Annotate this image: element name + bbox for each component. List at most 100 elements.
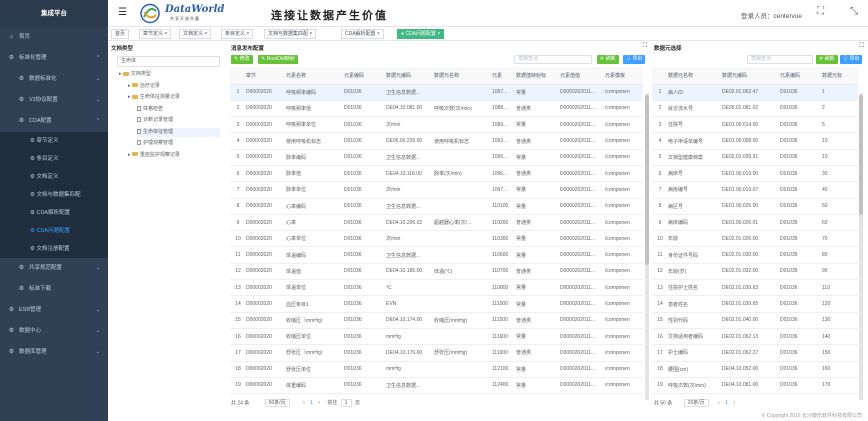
tab-item[interactable]: ● CDA问题配置 ×: [397, 29, 445, 39]
sidebar-item[interactable]: ⚙ ESB管理 ⌄: [0, 300, 108, 321]
table-row[interactable]: 15 D00002020 收缩压（mmHg） D01036 DE04.10.174.00…: [230, 312, 643, 329]
column-header[interactable]: [230, 67, 244, 85]
sidebar-item[interactable]: ⚙ 数据中心 ⌄: [0, 321, 108, 342]
table-row[interactable]: 6 病床号 DE01.00.019.00 D01036 30: [652, 165, 858, 183]
sidebar-item[interactable]: ⚙ 标准化管理 ⌃: [0, 48, 108, 69]
tab-item[interactable]: CDA解析配置 ×: [341, 29, 384, 39]
table-row[interactable]: 11 D00002020 体温编码 D01036 卫生信息数据... 110600 常量 D0…: [230, 246, 643, 264]
mid-filter-input[interactable]: 模糊查询: [514, 55, 592, 64]
column-header[interactable]: 元素: [490, 67, 514, 85]
table-row[interactable]: 17 护士编码 DE02.01.062.27 D01036 150: [652, 344, 858, 362]
table-row[interactable]: 3 D00002020 呼吸频率单位 D01036 次/min 1089... 常量 D000…: [230, 116, 643, 134]
column-header[interactable]: [652, 67, 666, 85]
table-row[interactable]: 18 D00002020 舒张压单位 D01036 mmHg 112100 常量 D00002…: [230, 361, 643, 378]
tree-node[interactable]: ▸ 治疗记录: [128, 82, 160, 91]
mid-page-current[interactable]: 1: [310, 400, 313, 406]
table-row[interactable]: 13 住院护士姓名 DE02.01.039.63 D01036 110: [652, 279, 858, 297]
table-row[interactable]: 15 性别代码 DE02.01.040.00 D01036 130: [652, 312, 858, 329]
sidebar-item[interactable]: ⚙ V3协议配置 ⌄: [0, 90, 108, 111]
mid-prev-icon[interactable]: ‹: [303, 400, 305, 406]
table-row[interactable]: 7 病房编号 DE01.00.019.07 D01036 40: [652, 181, 858, 199]
table-row[interactable]: 2 就诊流水号 DE05.01.081.02 D01036 2: [652, 100, 858, 118]
sidebar-item[interactable]: ⚙ 标准下载: [0, 279, 108, 300]
table-row[interactable]: 4 D00002020 使用呼吸机标志 D01036 DE06.00.239.00 使用呼…: [230, 132, 643, 150]
table-row[interactable]: 8 病区号 DE01.00.026.00 D01036 50: [652, 198, 858, 215]
column-header[interactable]: 数据值映射标: [514, 67, 558, 85]
sidebar-subitem[interactable]: ⚙ CDA解析配置: [0, 204, 108, 222]
sidebar-subitem[interactable]: ⚙ CDA问题配置: [0, 222, 108, 240]
column-header[interactable]: 元素值值: [558, 67, 603, 85]
mid-export-button[interactable]: ⇩ 导出: [623, 55, 646, 64]
right-expand-icon[interactable]: ⛶: [860, 43, 864, 50]
table-row[interactable]: 9 病床编码 DE01.00.026.01 D01036 60: [652, 214, 858, 232]
right-page-current[interactable]: 1: [725, 400, 728, 406]
column-header[interactable]: 数据元编码: [720, 67, 778, 85]
table-row[interactable]: 17 D00002020 舒张压（mmHg） D01036 DE04.10.176.00…: [230, 344, 643, 362]
mid-goto-input[interactable]: 1: [340, 399, 352, 407]
right-page-size[interactable]: 20条/页: [683, 399, 709, 407]
table-row[interactable]: 16 D00002020 收缩压单位 D01036 mmHg 111600 常量 D00002…: [230, 328, 643, 346]
sidebar-subitem[interactable]: ⚙ 条目定义: [0, 150, 108, 168]
tab-item[interactable]: 首页: [111, 29, 130, 39]
table-row[interactable]: 16 文档适用者编码 DE02.01.062.13 D01036 140: [652, 328, 858, 346]
column-header[interactable]: 数据元编码: [384, 67, 432, 85]
table-row[interactable]: 19 D00002020 体重编码 D01036 卫生信息数据... 112400 常量 D0…: [230, 377, 643, 395]
tree-node[interactable]: 护理观察管理: [137, 139, 173, 148]
tab-item[interactable]: 文档与数据集匹配 ×: [264, 29, 317, 39]
table-row[interactable]: 13 D00002020 体温单位 D01036 ℃ 110800 常量 D000020201…: [230, 279, 643, 297]
column-header[interactable]: 元素模板: [603, 67, 643, 85]
table-row[interactable]: 18 腰围(cm) DE04.10.052.00 D01036 160: [652, 361, 858, 378]
sidebar-subitem[interactable]: ⚙ 文档注册配置: [0, 240, 108, 258]
tree-node[interactable]: 诊断记录管理: [137, 116, 173, 125]
expand-icon[interactable]: ⛶: [643, 43, 647, 50]
table-row[interactable]: 9 D00002020 心率 D01036 DE04.10.206.02 超越器心率(次/…: [230, 214, 643, 232]
tree-node[interactable]: ▸ 生命体征测量记录: [128, 93, 180, 102]
table-row[interactable]: 4 电子申请单编号 DE01.00.008.00 D01036 10: [652, 132, 858, 150]
edit-button[interactable]: ✎ 修改: [231, 55, 253, 64]
collapse-icon[interactable]: ⤡: [850, 7, 858, 17]
table-row[interactable]: 10 D00002020 心率单位 D01036 次/min 110300 常量 D00002…: [230, 230, 643, 248]
right-scrollbar[interactable]: [859, 93, 863, 400]
table-row[interactable]: 1 D00002020 呼吸频率编码 D01036 卫生信息数据... 1087... 常量…: [230, 84, 643, 101]
mid-refresh-button[interactable]: ⟳ 刷新: [597, 55, 619, 64]
sidebar-subitem[interactable]: ⚙ 文档与数据集匹配: [0, 186, 108, 204]
sidebar-item[interactable]: ⚙ 数据库管理 ⌄: [0, 342, 108, 363]
tree-node[interactable]: ▸ 重症监护观察记录: [128, 151, 180, 160]
sidebar-item[interactable]: ⚙ 数据标准化 ⌄: [0, 69, 108, 90]
column-header[interactable]: 数据元名称: [432, 67, 490, 85]
tree-node[interactable]: 体格检查: [137, 105, 163, 114]
table-row[interactable]: 10 年龄 DE02.01.026.00 D01036 70: [652, 230, 858, 248]
tab-item[interactable]: 条目定义 ×: [221, 29, 254, 39]
sidebar-item[interactable]: ⌂ 首页: [0, 27, 108, 48]
sidebar-subitem[interactable]: ⚙ 章节定义: [0, 132, 108, 150]
rootoid-button[interactable]: ✎ RootOid映射: [258, 55, 298, 64]
table-row[interactable]: 1 病人ID DE02.01.062.47 D01036 1: [652, 84, 858, 101]
column-header[interactable]: 数据元标: [820, 67, 858, 85]
table-row[interactable]: 7 D00002020 脉率单位 D01036 次/min 1097... 常量 D00002…: [230, 181, 643, 199]
sidebar-item[interactable]: ⚙ CDA配置 ⌃: [0, 111, 108, 132]
mid-scrollbar[interactable]: [645, 93, 649, 400]
tree-node[interactable]: 生命体征管理: [137, 127, 220, 137]
table-row[interactable]: 12 年龄(岁) DE02.01.032.00 D01036 90: [652, 263, 858, 281]
table-row[interactable]: 5 D00002020 脉率编码 D01036 卫生信息数据... 1095... 常量 D0…: [230, 149, 643, 166]
table-row[interactable]: 6 D00002020 脉率值 D01036 DE04.10.118.00 脉率(次/mi…: [230, 165, 643, 183]
table-row[interactable]: 8 D00002020 心率编码 D01036 卫生信息数据... 110100 常量 D00…: [230, 198, 643, 215]
table-row[interactable]: 19 呼吸次数(次/min) DE04.10.081.00 D01036 170: [652, 377, 858, 395]
sidebar-subitem[interactable]: ⚙ 文档定义: [0, 168, 108, 186]
column-header[interactable]: 章节: [244, 67, 284, 85]
table-row[interactable]: 5 文档型健康档案 DE02.01.039.91 D01036 10: [652, 149, 858, 166]
table-row[interactable]: 2 D00002020 呼吸频率值 D01036 DE04.10.081.00 呼吸次数(…: [230, 100, 643, 118]
tree-search-input[interactable]: 生命体: [117, 56, 220, 67]
tab-item[interactable]: 文档定义 ×: [179, 29, 212, 39]
table-row[interactable]: 14 患者姓名 DE02.01.039.65 D01036 120: [652, 295, 858, 313]
mid-next-icon[interactable]: ›: [318, 400, 320, 406]
right-filter-input[interactable]: 模糊查询: [747, 55, 813, 64]
column-header[interactable]: 元素编码: [778, 67, 820, 85]
table-row[interactable]: 11 身份证件号码 DE02.01.030.00 D01036 80: [652, 246, 858, 264]
right-refresh-button[interactable]: ⟳ 刷新: [816, 55, 838, 64]
mid-page-size[interactable]: 50条/页: [264, 399, 290, 407]
sidebar-item[interactable]: ⚙ 共享规范配置 ⌄: [0, 258, 108, 279]
table-row[interactable]: 12 D00002020 体温值 D01036 DE04.10.186.00 体温(℃) 1…: [230, 263, 643, 281]
column-header[interactable]: 元素编码: [342, 67, 384, 85]
hamburger-icon[interactable]: ☰: [118, 8, 127, 18]
